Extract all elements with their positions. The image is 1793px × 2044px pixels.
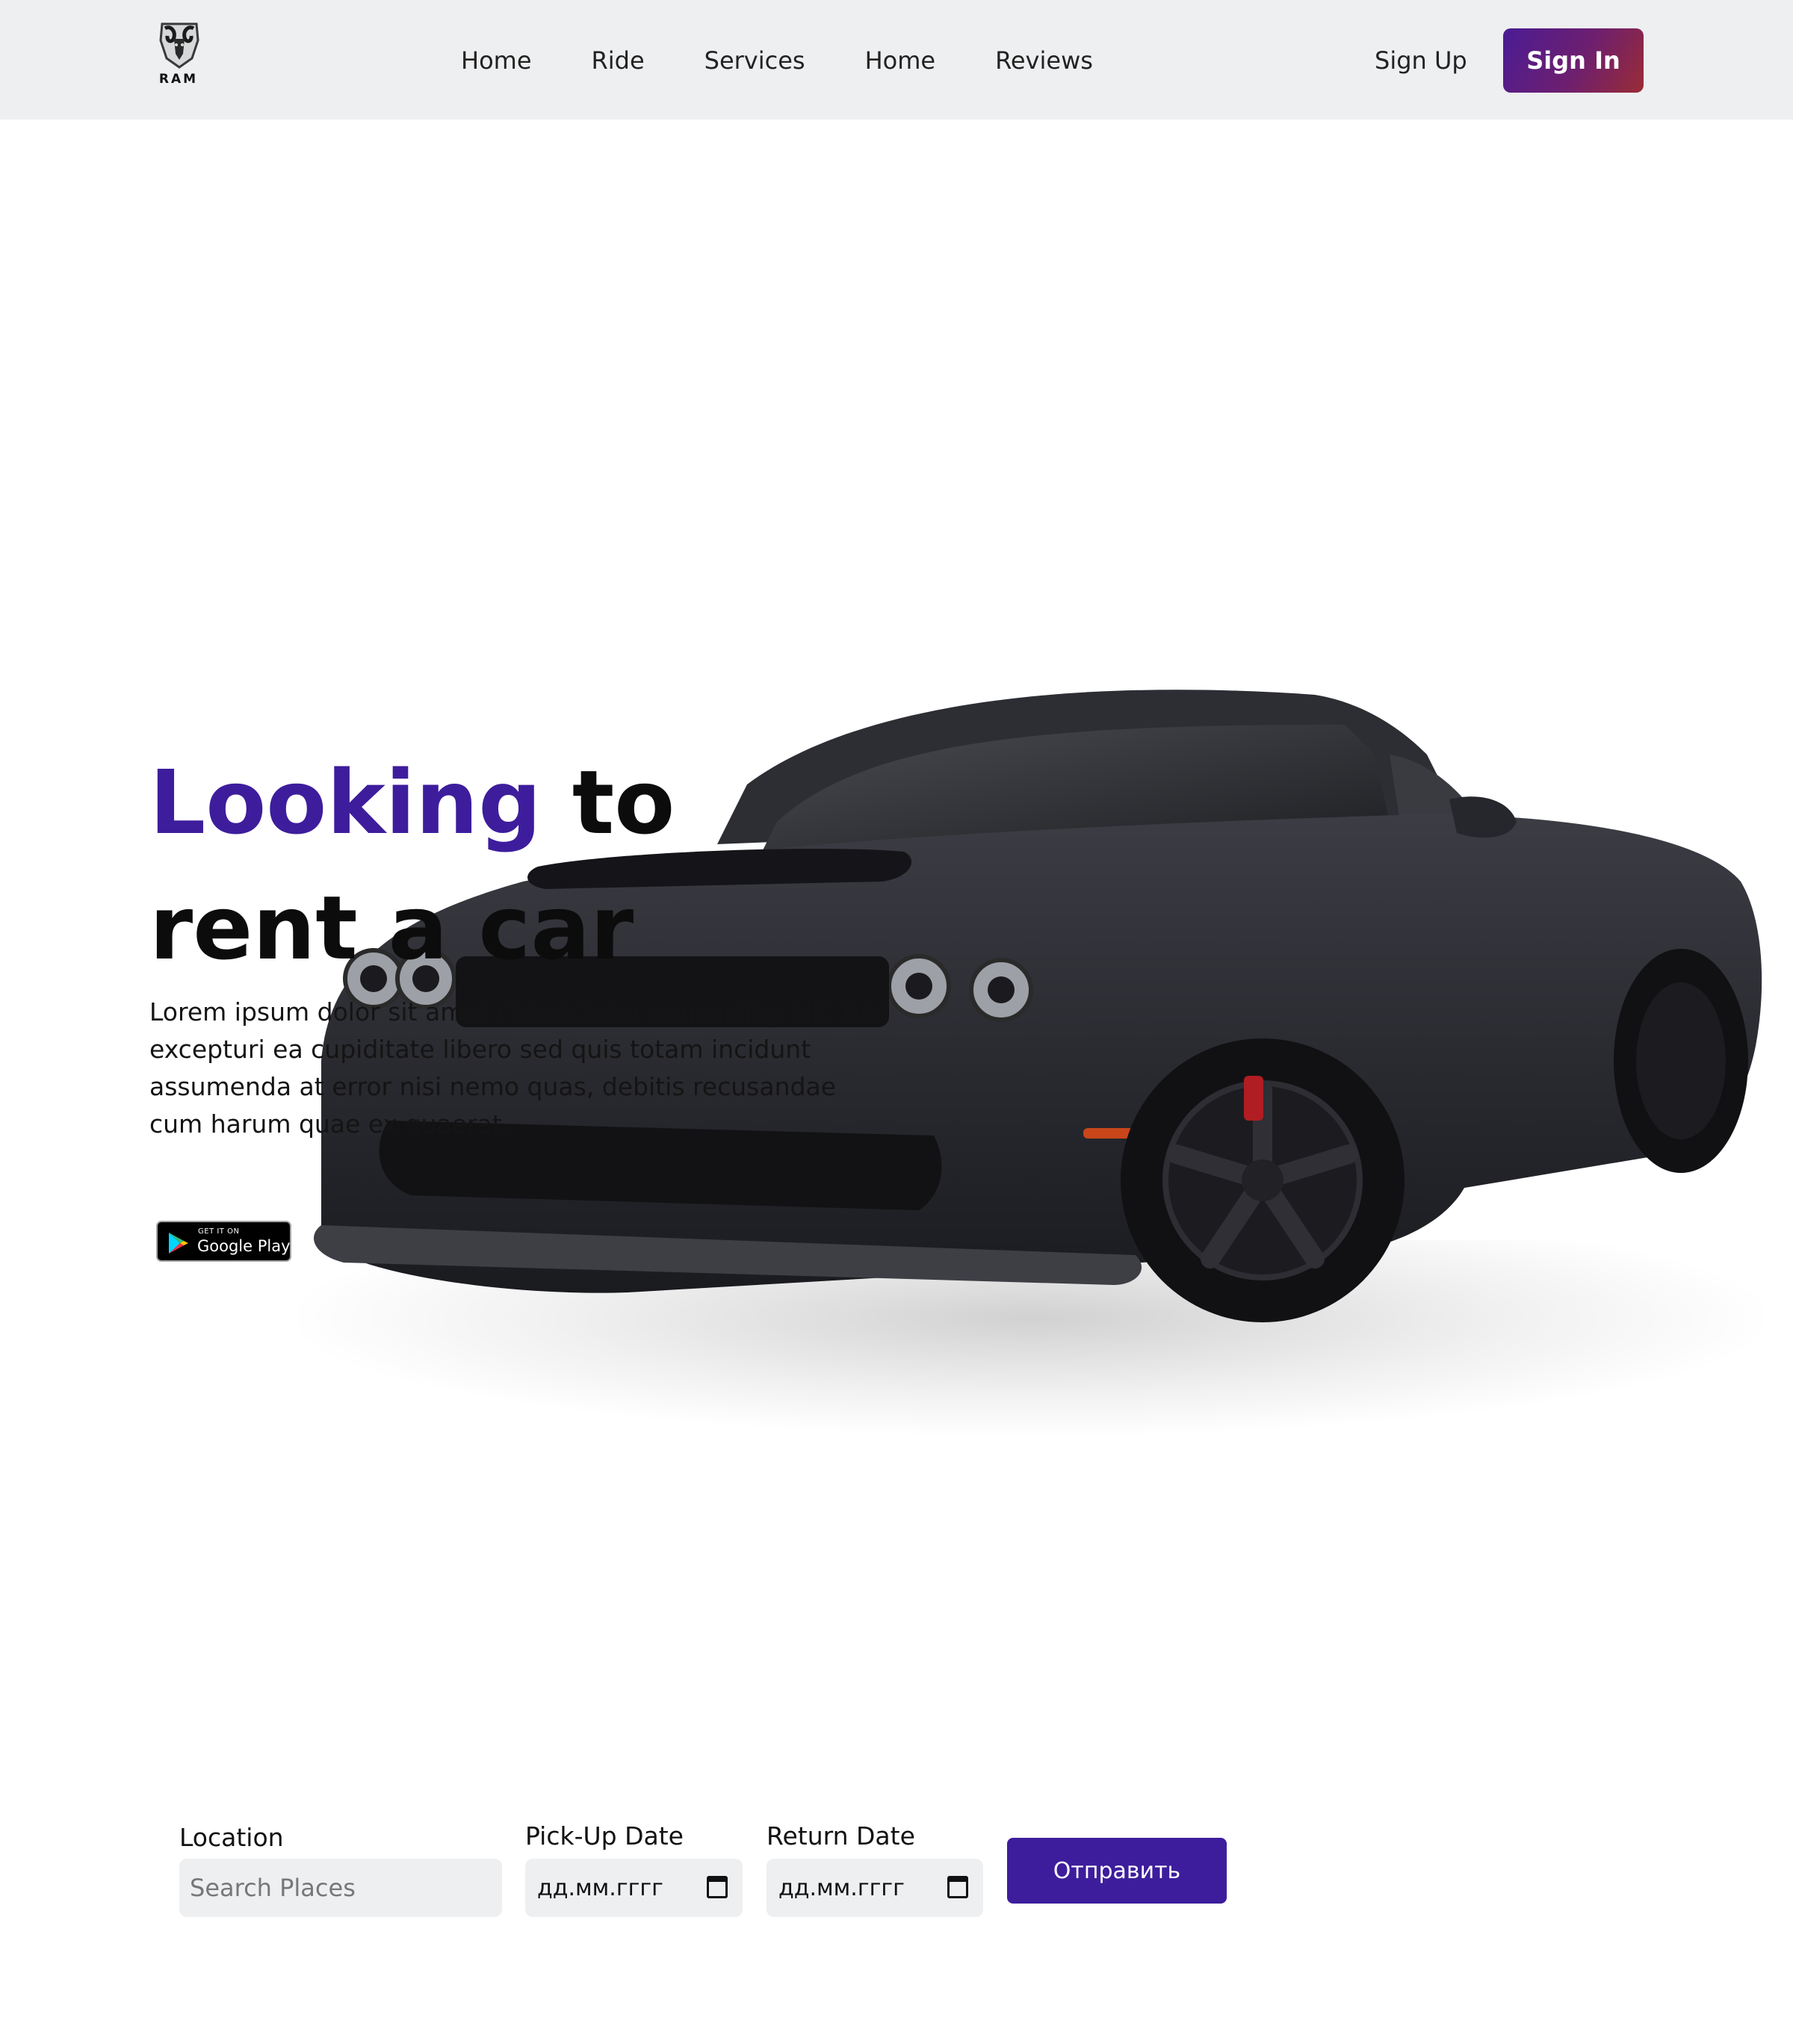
submit-button[interactable]: Отправить: [1007, 1838, 1227, 1904]
headline-line1-rest: to: [541, 751, 675, 854]
hero-headline: Looking to rent a car: [149, 740, 896, 991]
top-navbar: RAM Home Ride Services Home Reviews Sign…: [0, 0, 1793, 120]
pickup-date-label: Pick-Up Date: [525, 1821, 684, 1851]
logo-text: RAM: [158, 72, 199, 87]
badge-store-name: Google Play: [197, 1237, 291, 1255]
calendar-icon[interactable]: [707, 1876, 728, 1898]
location-search-input[interactable]: [179, 1859, 502, 1917]
sign-up-link[interactable]: Sign Up: [1375, 43, 1467, 78]
ram-logo-icon: [159, 22, 199, 69]
return-date-value: дд.мм.гггг: [778, 1875, 905, 1901]
pickup-date-input[interactable]: дд.мм.гггг: [525, 1859, 743, 1917]
sign-in-button[interactable]: Sign In: [1503, 28, 1644, 93]
badge-caption: GET IT ON: [198, 1227, 240, 1236]
return-date-label: Return Date: [767, 1821, 915, 1851]
headline-line2: rent a car: [149, 876, 634, 979]
ram-logo[interactable]: RAM: [147, 21, 210, 90]
nav-home[interactable]: Home: [461, 43, 532, 78]
location-label: Location: [179, 1823, 284, 1852]
main-nav: Home Ride Services Home Reviews: [461, 43, 1093, 78]
google-play-badge[interactable]: GET IT ON Google Play: [156, 1221, 291, 1262]
nav-reviews[interactable]: Reviews: [995, 43, 1093, 78]
hero-description: Lorem ipsum dolor sit amet consectetur a…: [149, 997, 888, 1139]
headline-accent: Looking: [149, 751, 542, 854]
pickup-date-value: дд.мм.гггг: [537, 1875, 663, 1901]
nav-ride[interactable]: Ride: [592, 43, 645, 78]
nav-home-2[interactable]: Home: [865, 43, 936, 78]
page: RAM Home Ride Services Home Reviews Sign…: [0, 0, 1793, 2044]
calendar-icon[interactable]: [947, 1876, 968, 1898]
nav-services[interactable]: Services: [704, 43, 805, 78]
google-play-icon: [169, 1233, 188, 1254]
return-date-input[interactable]: дд.мм.гггг: [767, 1859, 983, 1917]
